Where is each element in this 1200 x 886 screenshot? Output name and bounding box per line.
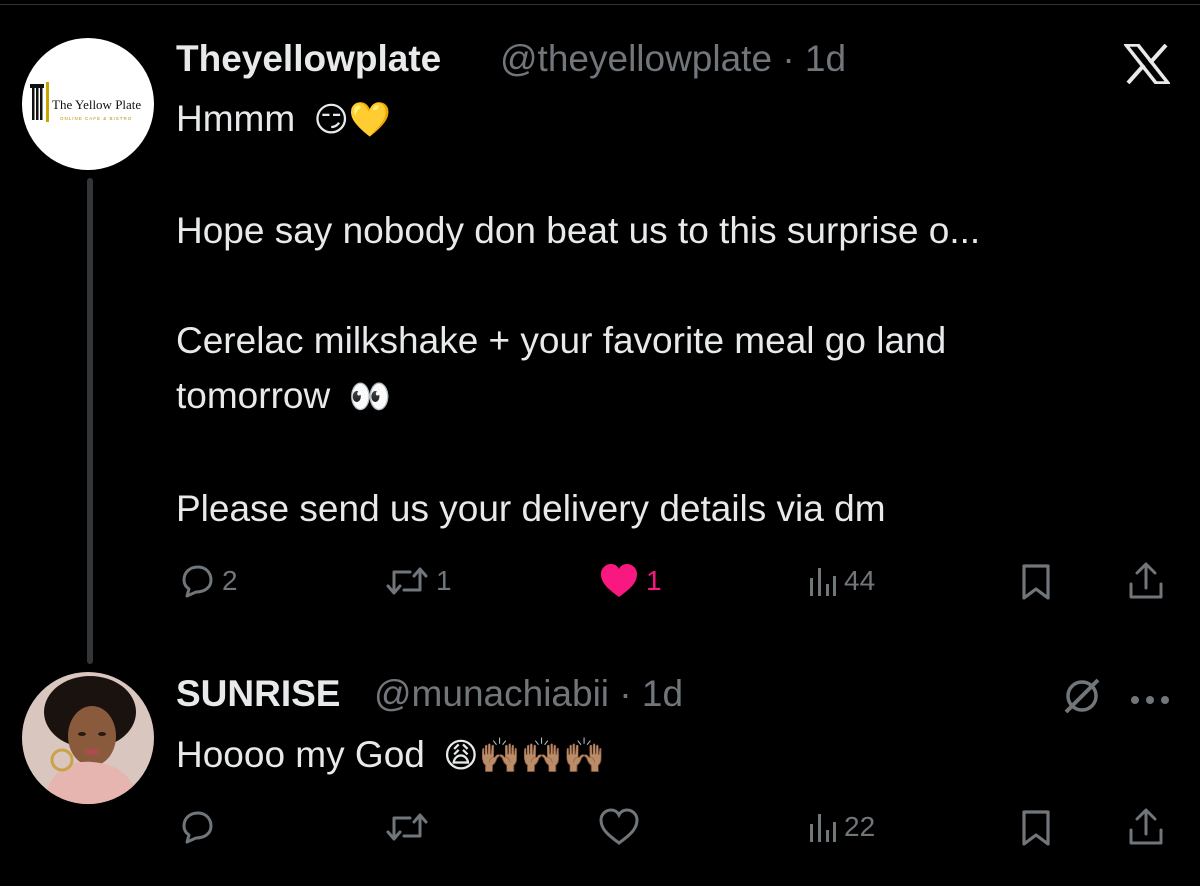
reply-count: 2 — [222, 565, 238, 596]
reply-share-button[interactable] — [1126, 806, 1166, 848]
post-text-line-2: Hope say nobody don beat us to this surp… — [176, 210, 981, 251]
views-count: 44 — [844, 565, 876, 596]
logo-text: The Yellow Plate — [52, 97, 141, 112]
like-button[interactable]: 1 — [598, 562, 662, 600]
author-handle-time[interactable]: @theyellowplate · 1d — [500, 38, 846, 80]
thread-connector-line — [87, 178, 93, 664]
share-button[interactable] — [1126, 560, 1166, 602]
avatar-munachiabii[interactable] — [22, 672, 154, 804]
post-text-line-5: Please send us your delivery details via… — [176, 488, 886, 529]
logo-subtext: ONLINE CAFE & BISTRO — [60, 116, 132, 121]
reply-views-button[interactable]: 22 — [808, 808, 875, 846]
reply-button[interactable]: 2 — [178, 562, 238, 600]
analytics-icon — [810, 568, 836, 596]
like-count: 1 — [646, 565, 662, 596]
author-name[interactable]: Theyellowplate — [176, 38, 441, 80]
weary-raised-hands-emoji: 😩🙌🏽🙌🏽🙌🏽 — [443, 737, 606, 775]
reply-text: Hoooo my God 😩🙌🏽🙌🏽🙌🏽 — [176, 734, 606, 775]
bookmark-icon — [1022, 564, 1050, 600]
avatar-theyellowplate[interactable]: The Yellow Plate ONLINE CAFE & BISTRO — [22, 38, 154, 170]
bookmark-icon — [1022, 810, 1050, 846]
smirk-heart-emoji: 😏💛 — [313, 101, 392, 139]
reply-repost-button[interactable] — [384, 808, 430, 846]
repost-icon — [386, 813, 428, 841]
reply-icon — [182, 565, 213, 598]
repost-count: 1 — [436, 565, 452, 596]
reply-views-count: 22 — [844, 811, 876, 842]
more-options-icon[interactable] — [1130, 692, 1170, 710]
reply-author-handle-time[interactable]: @munachiabii · 1d — [374, 673, 683, 715]
grok-icon[interactable] — [1060, 674, 1104, 723]
heart-filled-icon — [601, 564, 637, 597]
eyes-emoji: 👀 — [348, 378, 391, 416]
views-button[interactable]: 44 — [808, 562, 875, 600]
post-text-line-1: Hmmm 😏💛 — [176, 98, 392, 139]
post-text-line-4: tomorrow 👀 — [176, 375, 391, 416]
yellow-plate-logo: The Yellow Plate ONLINE CAFE & BISTRO — [30, 82, 141, 122]
post-text-line-3: Cerelac milkshake + your favorite meal g… — [176, 320, 947, 361]
share-icon — [1129, 808, 1163, 845]
heart-outline-icon — [599, 808, 639, 845]
profile-photo — [22, 672, 154, 804]
reply-author-name[interactable]: SUNRISE — [176, 673, 340, 715]
analytics-icon — [810, 814, 836, 842]
repost-button[interactable]: 1 — [384, 562, 452, 600]
top-divider — [0, 4, 1200, 5]
x-logo-icon[interactable] — [1122, 43, 1172, 89]
share-icon — [1129, 562, 1163, 599]
bookmark-button[interactable] — [1018, 562, 1054, 602]
reply-reply-button[interactable] — [178, 808, 216, 846]
reply-bookmark-button[interactable] — [1018, 808, 1054, 848]
reply-like-button[interactable] — [598, 808, 640, 846]
repost-icon — [386, 567, 428, 595]
reply-icon — [182, 811, 213, 844]
